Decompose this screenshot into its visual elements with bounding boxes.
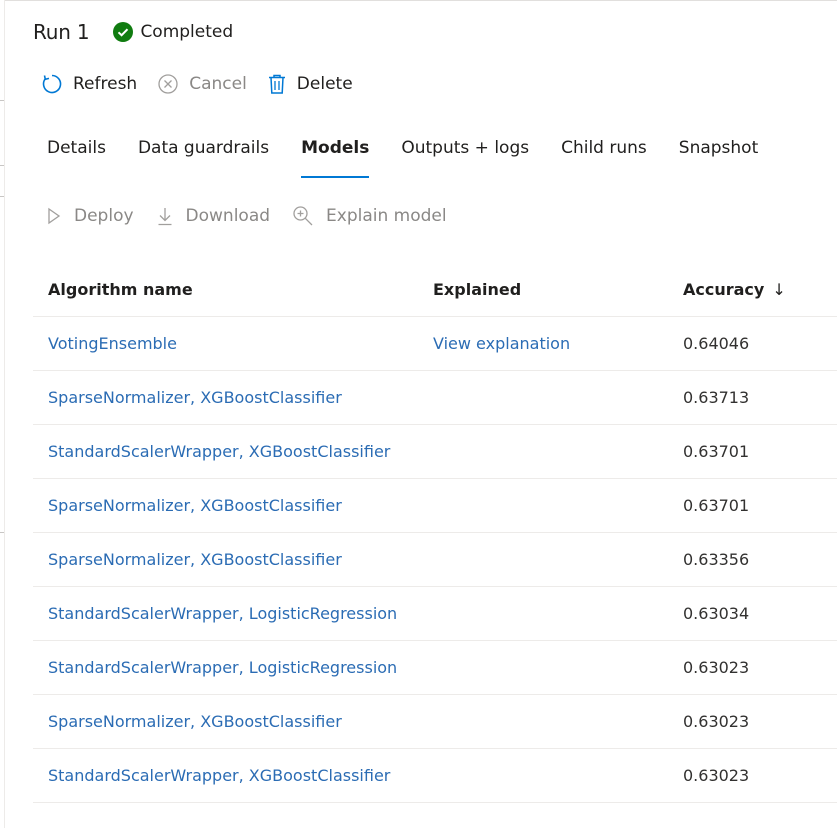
tab-models[interactable]: Models [285, 132, 385, 178]
left-edge-divider [0, 100, 4, 101]
run-header: Run 1 Completed [33, 16, 233, 48]
tab-child-runs[interactable]: Child runs [545, 132, 663, 174]
page-title: Run 1 [33, 20, 90, 44]
table-row[interactable]: StandardScalerWrapper, XGBoostClassifier… [33, 425, 837, 479]
cancel-button[interactable]: Cancel [157, 73, 247, 95]
table-row[interactable]: VotingEnsemble View explanation 0.64046 [33, 317, 837, 371]
tab-data-guardrails[interactable]: Data guardrails [122, 132, 285, 174]
deploy-label: Deploy [74, 206, 134, 226]
algorithm-link[interactable]: SparseNormalizer, XGBoostClassifier [48, 712, 342, 731]
table-row[interactable]: StandardScalerWrapper, LogisticRegressio… [33, 641, 837, 695]
explain-model-button[interactable]: Explain model [292, 205, 447, 227]
accuracy-value: 0.63023 [683, 712, 750, 731]
download-label: Download [185, 206, 271, 226]
algorithm-link[interactable]: StandardScalerWrapper, LogisticRegressio… [48, 658, 397, 677]
accuracy-value: 0.63701 [683, 496, 750, 515]
column-header-explained[interactable]: Explained [433, 280, 683, 299]
download-button[interactable]: Download [156, 206, 271, 226]
algorithm-link[interactable]: StandardScalerWrapper, XGBoostClassifier [48, 766, 390, 785]
cancel-label: Cancel [189, 74, 247, 94]
trash-icon [268, 74, 285, 94]
play-icon [48, 207, 61, 225]
left-edge-divider [0, 165, 4, 166]
accuracy-value: 0.63023 [683, 766, 750, 785]
status-indicator: Completed [113, 22, 233, 42]
sort-descending-icon: ↓ [772, 279, 786, 299]
accuracy-value: 0.64046 [683, 334, 750, 353]
run-tabs: Details Data guardrails Models Outputs +… [31, 132, 774, 178]
tab-details[interactable]: Details [31, 132, 122, 174]
accuracy-header-label: Accuracy [683, 279, 765, 299]
algorithm-link[interactable]: StandardScalerWrapper, XGBoostClassifier [48, 442, 390, 461]
left-edge-divider [0, 532, 4, 533]
algorithm-link[interactable]: StandardScalerWrapper, LogisticRegressio… [48, 604, 397, 623]
table-row[interactable]: SparseNormalizer, XGBoostClassifier 0.63… [33, 533, 837, 587]
refresh-label: Refresh [73, 74, 138, 94]
table-row[interactable]: SparseNormalizer, XGBoostClassifier 0.63… [33, 479, 837, 533]
delete-button[interactable]: Delete [267, 73, 353, 95]
window-top-border [0, 0, 837, 1]
status-label: Completed [140, 22, 234, 42]
explain-model-label: Explain model [326, 206, 447, 226]
accuracy-value: 0.63701 [683, 442, 750, 461]
cancel-icon [158, 74, 178, 94]
algorithm-link[interactable]: SparseNormalizer, XGBoostClassifier [48, 388, 342, 407]
accuracy-value: 0.63034 [683, 604, 750, 623]
algorithm-link[interactable]: VotingEnsemble [48, 334, 177, 353]
algorithm-link[interactable]: SparseNormalizer, XGBoostClassifier [48, 550, 342, 569]
model-command-bar: Deploy Download Explain model [46, 200, 469, 232]
refresh-button[interactable]: Refresh [41, 73, 137, 95]
table-row[interactable]: StandardScalerWrapper, XGBoostClassifier… [33, 749, 837, 803]
algorithm-link[interactable]: SparseNormalizer, XGBoostClassifier [48, 496, 342, 515]
checkmark-circle-icon [113, 22, 134, 42]
table-row[interactable]: SparseNormalizer, XGBoostClassifier 0.63… [33, 371, 837, 425]
accuracy-value: 0.63023 [683, 658, 750, 677]
accuracy-value: 0.63713 [683, 388, 750, 407]
column-header-accuracy[interactable]: Accuracy ↓ [683, 280, 837, 299]
left-edge-divider [0, 196, 4, 197]
table-header: Algorithm name Explained Accuracy ↓ [33, 262, 837, 317]
accuracy-value: 0.63356 [683, 550, 750, 569]
refresh-icon [42, 74, 62, 94]
table-row[interactable]: SparseNormalizer, XGBoostClassifier 0.63… [33, 695, 837, 749]
deploy-button[interactable]: Deploy [46, 206, 134, 226]
tab-snapshot[interactable]: Snapshot [663, 132, 774, 174]
tab-outputs-logs[interactable]: Outputs + logs [385, 132, 545, 174]
delete-label: Delete [296, 74, 353, 94]
window-left-edge [0, 0, 5, 828]
zoom-in-icon [293, 206, 313, 226]
table-row[interactable]: StandardScalerWrapper, LogisticRegressio… [33, 587, 837, 641]
download-icon [158, 208, 172, 226]
column-header-algorithm[interactable]: Algorithm name [33, 280, 433, 299]
models-table: Algorithm name Explained Accuracy ↓ Votin… [33, 262, 837, 803]
run-command-bar: Refresh Cancel Delete [41, 68, 373, 100]
view-explanation-link[interactable]: View explanation [433, 334, 570, 353]
